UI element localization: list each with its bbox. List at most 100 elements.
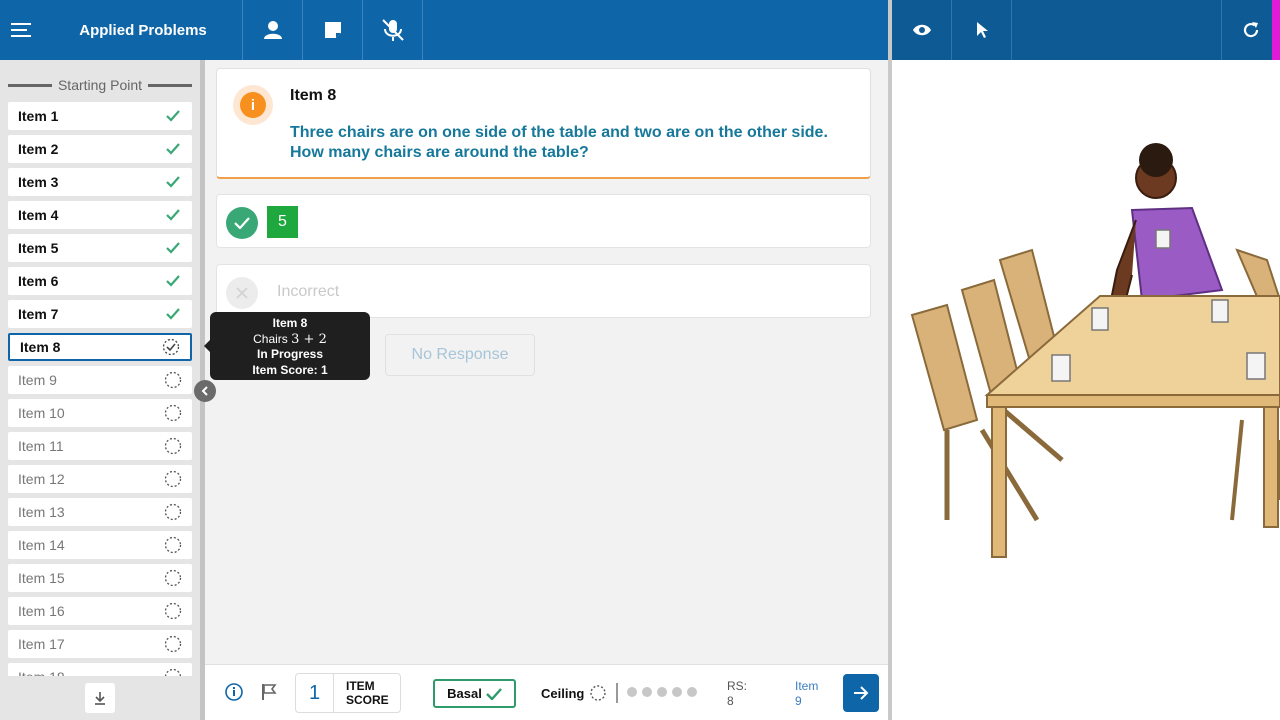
sidebar-item-label: Item 16 — [18, 603, 65, 619]
item-tooltip: Item 8 Chairs 3 + 2 In Progress Item Sco… — [204, 312, 370, 380]
check-icon — [166, 275, 180, 287]
check-icon — [166, 110, 180, 122]
ceiling-indicator[interactable]: Ceiling — [541, 685, 607, 701]
progress-dot — [627, 687, 637, 697]
sidebar-item-8[interactable]: Item 8 — [8, 333, 192, 361]
download-icon[interactable] — [85, 683, 115, 713]
top-toolbar: Applied Problems — [0, 0, 888, 60]
question-card: i Item 8 Three chairs are on one side of… — [216, 68, 871, 179]
sidebar-item-label: Item 12 — [18, 471, 65, 487]
table-chairs-illustration — [910, 143, 1280, 558]
sidebar-item-17[interactable]: Item 17 — [8, 630, 192, 658]
user-icon[interactable] — [243, 0, 303, 60]
next-item-label[interactable]: Item 9 — [795, 679, 818, 709]
flag-icon[interactable] — [261, 683, 277, 706]
pending-circle-icon — [164, 635, 182, 653]
tooltip-status: In Progress — [256, 347, 324, 361]
next-arrow-button[interactable] — [843, 674, 879, 712]
accent-strip — [1272, 0, 1280, 60]
check-icon[interactable] — [226, 207, 258, 239]
stimulus-toolbar — [892, 0, 1280, 60]
sidebar-item-label: Item 6 — [18, 273, 59, 289]
tooltip-chairs-label: Chairs — [253, 331, 288, 346]
question-text: Three chairs are on one side of the tabl… — [290, 124, 828, 161]
notes-icon[interactable] — [303, 0, 363, 60]
sidebar-item-label: Item 10 — [18, 405, 65, 421]
sidebar-item-2[interactable]: Item 2 — [8, 135, 192, 163]
item-score-value: 1 — [296, 674, 334, 712]
menu-icon[interactable] — [0, 0, 44, 60]
sidebar-item-label: Item 8 — [20, 339, 61, 355]
item-list: Item 1 Item 2 Item 3 Item 4 Item 5 Item 6 Item… — [8, 102, 192, 720]
sidebar-item-3[interactable]: Item 3 — [8, 168, 192, 196]
starting-point-label: Starting Point — [57, 77, 143, 93]
pending-circle-icon — [164, 536, 182, 554]
sidebar-item-7[interactable]: Item 7 — [8, 300, 192, 328]
sidebar-item-11[interactable]: Item 11 — [8, 432, 192, 460]
incorrect-response-row[interactable]: Incorrect — [216, 264, 871, 318]
sidebar-item-label: Item 17 — [18, 636, 65, 652]
eye-icon[interactable] — [892, 0, 952, 60]
basal-badge[interactable]: Basal — [433, 679, 516, 708]
sidebar-item-14[interactable]: Item 14 — [8, 531, 192, 559]
x-icon[interactable] — [226, 277, 258, 309]
pending-circle-icon — [164, 569, 182, 587]
progress-dot — [657, 687, 667, 697]
sidebar-item-5[interactable]: Item 5 — [8, 234, 192, 262]
tooltip-line-2: Chairs 3 + 2 — [210, 332, 370, 348]
progress-dot — [642, 687, 652, 697]
progress-dots — [627, 687, 697, 697]
sidebar-item-1[interactable]: Item 1 — [8, 102, 192, 130]
page-title: Applied Problems — [44, 0, 243, 60]
check-icon — [166, 176, 180, 188]
header-rule-right — [148, 83, 192, 87]
arrow-right-icon — [854, 686, 869, 700]
sidebar-item-label: Item 7 — [18, 306, 59, 322]
pending-circle-icon — [164, 371, 182, 389]
tooltip-title: Item 8 — [272, 316, 308, 330]
question-title: Item 8 — [290, 87, 337, 104]
sidebar-item-label: Item 3 — [18, 174, 59, 190]
pending-circle-icon — [164, 602, 182, 620]
mic-off-icon[interactable] — [363, 0, 423, 60]
sidebar-item-label: Item 14 — [18, 537, 65, 553]
progress-dot — [672, 687, 682, 697]
pointer-icon[interactable] — [952, 0, 1012, 60]
correct-answer-value: 5 — [267, 206, 298, 238]
sidebar-item-15[interactable]: Item 15 — [8, 564, 192, 592]
basal-check-icon — [485, 687, 502, 700]
sidebar-item-6[interactable]: Item 6 — [8, 267, 192, 295]
correct-response-row[interactable]: 5 — [216, 194, 871, 248]
info-outline-icon[interactable] — [225, 683, 243, 706]
sidebar-item-label: Item 13 — [18, 504, 65, 520]
pending-circle-icon — [164, 470, 182, 488]
pending-circle-icon — [164, 503, 182, 521]
check-icon — [166, 308, 180, 320]
sidebar-item-label: Item 2 — [18, 141, 59, 157]
stimulus-panel — [892, 60, 1280, 720]
sidebar-item-13[interactable]: Item 13 — [8, 498, 192, 526]
tooltip-math: 3 + 2 — [291, 331, 327, 347]
ceiling-label: Ceiling — [541, 685, 585, 701]
sidebar-item-label: Item 15 — [18, 570, 65, 586]
sidebar-item-label: Item 1 — [18, 108, 59, 124]
toolbar-spacer — [1012, 0, 1222, 60]
sidebar-item-12[interactable]: Item 12 — [8, 465, 192, 493]
no-response-button[interactable]: No Response — [385, 334, 535, 376]
sidebar-item-label: Item 4 — [18, 207, 59, 223]
collapse-sidebar-icon[interactable] — [194, 380, 216, 402]
sidebar-item-4[interactable]: Item 4 — [8, 201, 192, 229]
pending-circle-icon — [164, 404, 182, 422]
sidebar-item-label: Item 11 — [18, 438, 64, 454]
sidebar-footer — [0, 676, 200, 720]
basal-label: Basal — [447, 686, 482, 701]
in-progress-icon — [162, 338, 180, 356]
check-icon — [166, 143, 180, 155]
app-root: Applied Problems Starting Point Item 1 I… — [0, 0, 1280, 720]
sidebar-item-9[interactable]: Item 9 — [8, 366, 192, 394]
sidebar-item-10[interactable]: Item 10 — [8, 399, 192, 427]
sidebar-item-16[interactable]: Item 16 — [8, 597, 192, 625]
pending-circle-icon — [164, 437, 182, 455]
tooltip-score: Item Score: 1 — [252, 362, 328, 377]
bottom-bar: 1 ITEM SCORE Basal Ceiling RS: 8 Item 9 — [205, 664, 888, 720]
